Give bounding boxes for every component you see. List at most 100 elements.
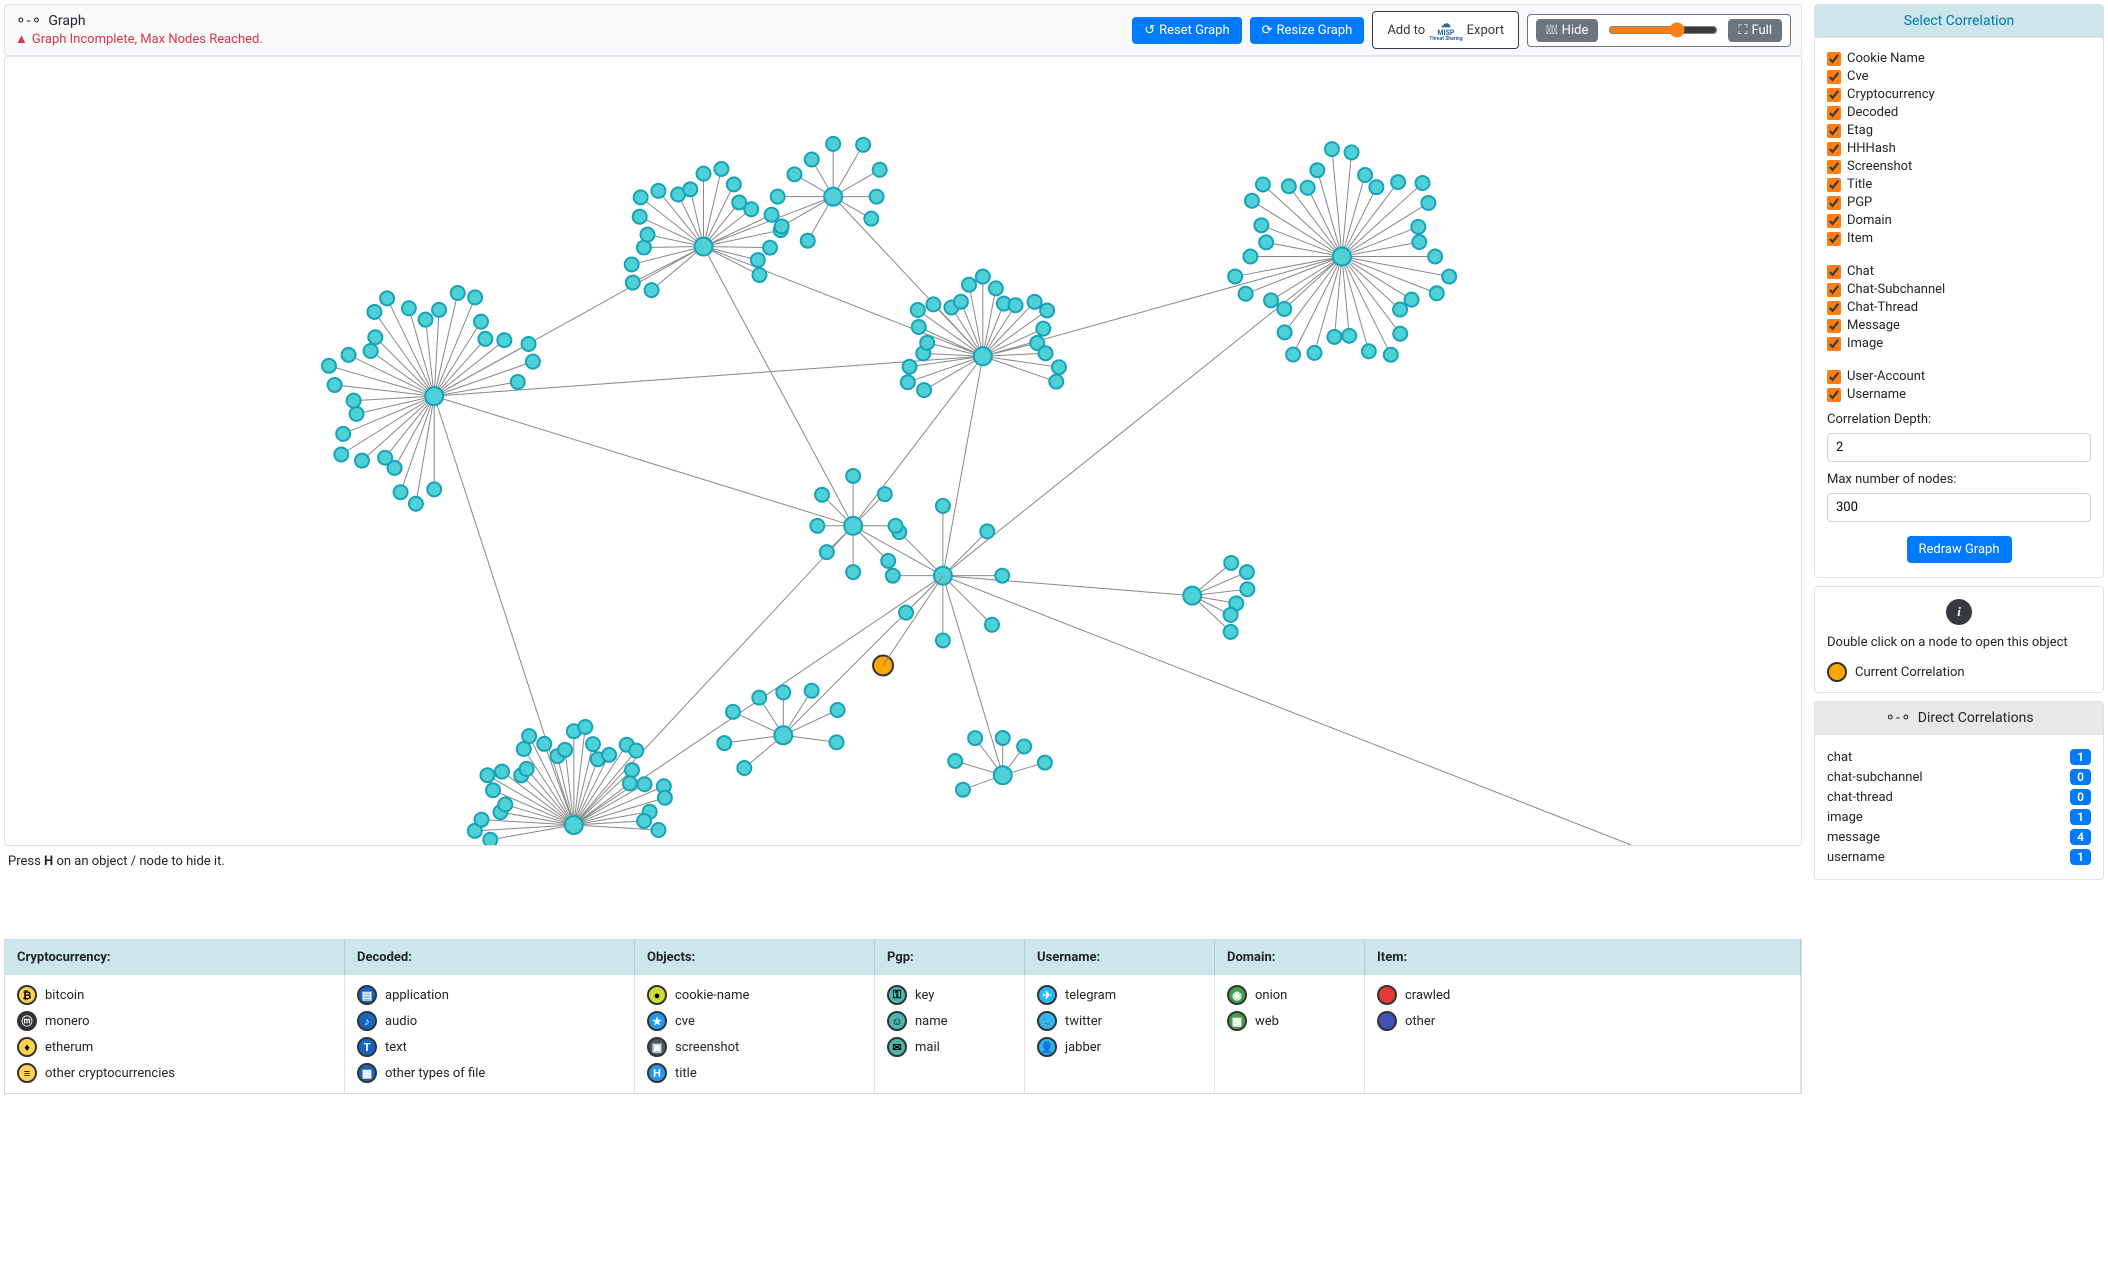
legend-icon: ◉: [1227, 985, 1247, 1005]
legend-header-cell: Cryptocurrency:: [5, 940, 345, 975]
checkbox-cookie-name[interactable]: Cookie Name: [1827, 51, 2091, 66]
legend-icon: 👤: [1037, 1037, 1057, 1057]
checkbox-screenshot[interactable]: Screenshot: [1827, 159, 2091, 174]
max-nodes-label: Max number of nodes:: [1827, 472, 2091, 487]
legend-header-cell: Domain:: [1215, 940, 1365, 975]
badge: 0: [2070, 789, 2091, 805]
info-text: Double click on a node to open this obje…: [1827, 635, 2091, 650]
legend-icon: ✉: [887, 1037, 907, 1057]
legend-icon: [1377, 985, 1397, 1005]
direct-correlations-title: ⚬-⚬ Direct Correlations: [1815, 702, 2103, 735]
legend-item: ▦web: [1227, 1011, 1352, 1031]
checkbox-hhhash[interactable]: HHHash: [1827, 141, 2091, 156]
warning-message: ▲ Graph Incomplete, Max Nodes Reached.: [15, 31, 263, 47]
dc-row-message: message4: [1827, 829, 2091, 845]
badge: 4: [2070, 829, 2091, 845]
badge: 1: [2070, 809, 2091, 825]
legend-header-cell: Item:: [1365, 940, 1801, 975]
refresh-icon: ⟳: [1262, 23, 1273, 38]
legend-icon: ⓜ: [17, 1011, 37, 1031]
checkbox-etag[interactable]: Etag: [1827, 123, 2091, 138]
expand-icon: ⛶: [1738, 23, 1747, 38]
checkbox-title[interactable]: Title: [1827, 177, 2091, 192]
correlation-depth-input[interactable]: [1827, 433, 2091, 462]
legend-header-cell: Decoded:: [345, 940, 635, 975]
checkbox-username[interactable]: Username: [1827, 387, 2091, 402]
toolbar: ⚬-⚬ Graph ▲ Graph Incomplete, Max Nodes …: [4, 4, 1802, 56]
reset-graph-button[interactable]: ↺ Reset Graph: [1132, 17, 1241, 44]
legend-icon: ★: [647, 1011, 667, 1031]
legend-item: ★cve: [647, 1011, 862, 1031]
hide-button[interactable]: 👁⃠ Hide: [1536, 19, 1598, 42]
checkbox-item[interactable]: Item: [1827, 231, 2091, 246]
legend-icon: T: [357, 1037, 377, 1057]
eye-slash-icon: 👁⃠: [1546, 23, 1558, 38]
direct-correlations-panel: ⚬-⚬ Direct Correlations chat1 chat-subcha…: [1814, 701, 2104, 880]
checkbox-user-account[interactable]: User-Account: [1827, 369, 2091, 384]
legend-icon: ☺: [887, 1011, 907, 1031]
legend-icon: ♦: [17, 1037, 37, 1057]
legend-icon: ▤: [357, 985, 377, 1005]
legend-item: ▣screenshot: [647, 1037, 862, 1057]
legend-item: 👤jabber: [1037, 1037, 1202, 1057]
dc-row-chat-thread: chat-thread0: [1827, 789, 2091, 805]
current-correlation-dot: [1827, 662, 1847, 682]
checkbox-cve[interactable]: Cve: [1827, 69, 2091, 84]
graph-canvas[interactable]: [4, 56, 1802, 846]
resize-graph-button[interactable]: ⟳ Resize Graph: [1250, 17, 1365, 44]
legend-icon: ≡: [17, 1063, 37, 1083]
checkbox-chat-subchannel[interactable]: Chat-Subchannel: [1827, 282, 2091, 297]
legend-item: ≡other cryptocurrencies: [17, 1063, 332, 1083]
legend-item: Ttext: [357, 1037, 622, 1057]
legend-header-cell: Objects:: [635, 940, 875, 975]
dc-row-chat-subchannel: chat-subchannel0: [1827, 769, 2091, 785]
legend-icon: ✈: [1037, 985, 1057, 1005]
legend-item: ♪audio: [357, 1011, 622, 1031]
graph-icon: ⚬-⚬: [15, 13, 42, 29]
correlation-depth-label: Correlation Depth:: [1827, 412, 2091, 427]
checkbox-pgp[interactable]: PGP: [1827, 195, 2091, 210]
graph-icon: ⚬-⚬: [1884, 710, 1911, 726]
legend-item: ✉mail: [887, 1037, 1012, 1057]
undo-icon: ↺: [1144, 23, 1155, 38]
checkbox-decoded[interactable]: Decoded: [1827, 105, 2091, 120]
add-to-misp-button[interactable]: Add to ☁MISPThreat Sharing Export: [1372, 11, 1519, 49]
badge: 0: [2070, 769, 2091, 785]
hint-text: Press H on an object / node to hide it.: [4, 846, 1802, 877]
checkbox-chat[interactable]: Chat: [1827, 264, 2091, 279]
select-correlation-panel: Select Correlation Cookie NameCveCryptoc…: [1814, 4, 2104, 578]
legend-item: crawled: [1377, 985, 1788, 1005]
checkbox-message[interactable]: Message: [1827, 318, 2091, 333]
dc-row-image: image1: [1827, 809, 2091, 825]
misp-icon: ☁MISPThreat Sharing: [1429, 20, 1462, 40]
checkbox-image[interactable]: Image: [1827, 336, 2091, 351]
legend-icon: H: [647, 1063, 667, 1083]
legend-icon: ⚿: [887, 985, 907, 1005]
badge: 1: [2070, 749, 2091, 765]
legend-item: ₿bitcoin: [17, 985, 332, 1005]
legend-icon: 🐦: [1037, 1011, 1057, 1031]
legend-item: other: [1377, 1011, 1788, 1031]
legend-icon: ▦: [357, 1063, 377, 1083]
legend-item: ☺name: [887, 1011, 1012, 1031]
legend-header-cell: Username:: [1025, 940, 1215, 975]
checkbox-cryptocurrency[interactable]: Cryptocurrency: [1827, 87, 2091, 102]
legend-icon: [1377, 1011, 1397, 1031]
max-nodes-input[interactable]: [1827, 493, 2091, 522]
redraw-graph-button[interactable]: Redraw Graph: [1907, 536, 2012, 563]
zoom-slider[interactable]: [1608, 22, 1718, 38]
legend-icon: ▦: [1227, 1011, 1247, 1031]
legend-item: ⓜmonero: [17, 1011, 332, 1031]
checkbox-chat-thread[interactable]: Chat-Thread: [1827, 300, 2091, 315]
legend-item: ▦other types of file: [357, 1063, 622, 1083]
info-panel: i Double click on a node to open this ob…: [1814, 586, 2104, 693]
dc-row-chat: chat1: [1827, 749, 2091, 765]
legend-table: Cryptocurrency:Decoded:Objects:Pgp:Usern…: [4, 939, 1802, 1094]
legend-icon: ₿: [17, 985, 37, 1005]
legend-icon: ●: [647, 985, 667, 1005]
legend-item: ⚿key: [887, 985, 1012, 1005]
page-title: Graph: [48, 13, 85, 29]
full-button[interactable]: ⛶ Full: [1728, 19, 1782, 42]
dc-row-username: username1: [1827, 849, 2091, 865]
checkbox-domain[interactable]: Domain: [1827, 213, 2091, 228]
